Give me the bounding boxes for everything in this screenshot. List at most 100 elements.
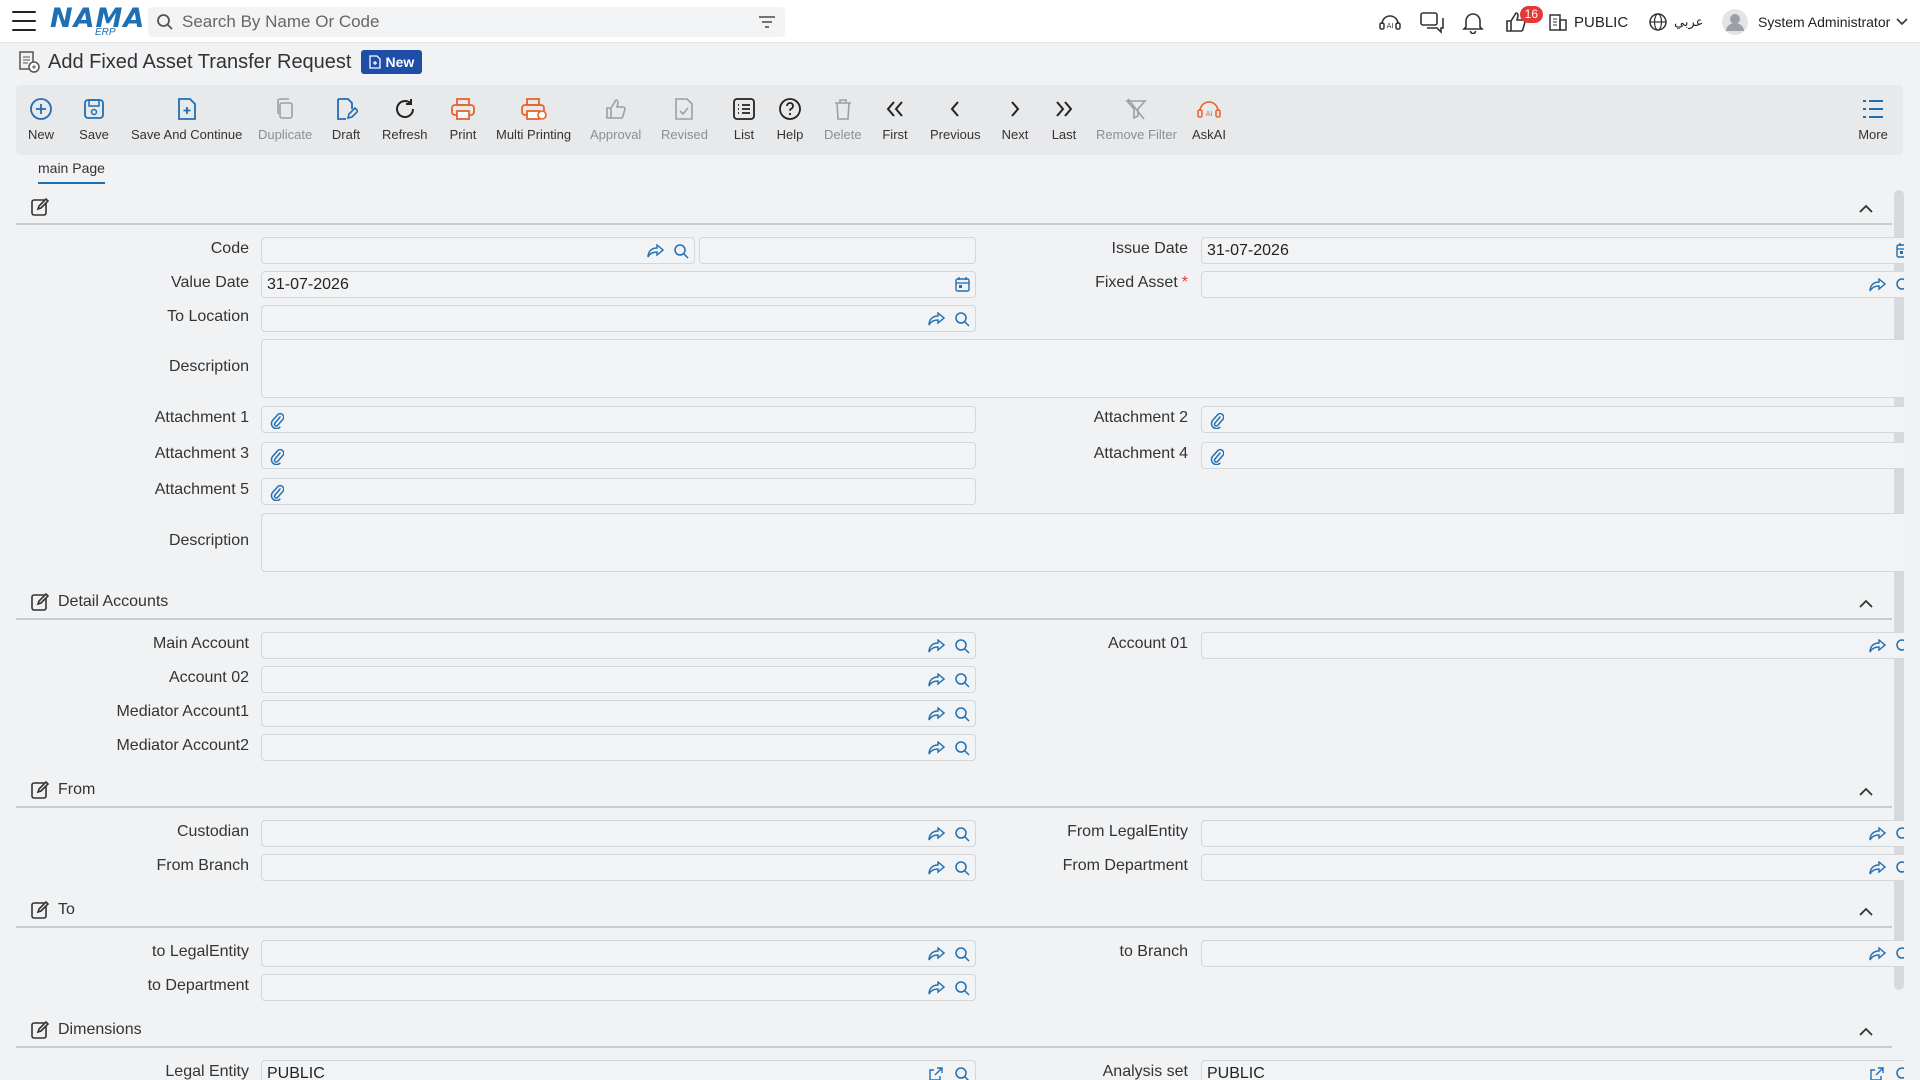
remove-filter-button[interactable]: Remove Filter (1096, 85, 1177, 155)
to-department-field[interactable] (261, 974, 976, 1001)
share-icon[interactable] (923, 821, 949, 846)
logo[interactable]: NAMA ERP (50, 5, 145, 38)
fixed-asset-input[interactable] (1202, 272, 1864, 297)
share-icon[interactable] (1864, 941, 1890, 966)
company-selector[interactable]: PUBLIC (1548, 8, 1628, 36)
search-icon[interactable] (949, 735, 975, 760)
help-button[interactable]: Help (775, 85, 805, 155)
code-input[interactable] (262, 238, 642, 263)
search-icon[interactable] (949, 633, 975, 658)
section-dimensions[interactable]: Dimensions (16, 1013, 1892, 1048)
from-branch-input[interactable] (262, 855, 923, 880)
share-icon[interactable] (923, 855, 949, 880)
search-icon[interactable] (949, 821, 975, 846)
value-date-field[interactable] (261, 271, 976, 298)
first-button[interactable]: First (880, 85, 910, 155)
code-name-input[interactable] (700, 238, 975, 263)
search-icon[interactable] (949, 975, 975, 1000)
attachment5-field[interactable] (261, 478, 976, 505)
search-icon[interactable] (949, 855, 975, 880)
share-icon[interactable] (923, 667, 949, 692)
from-legal-entity-field[interactable] (1201, 820, 1904, 847)
share-icon[interactable] (923, 975, 949, 1000)
draft-button[interactable]: Draft (331, 85, 361, 155)
share-icon[interactable] (1864, 855, 1890, 880)
more-button[interactable]: More (1858, 85, 1888, 155)
search-icon[interactable] (949, 306, 975, 331)
share-icon[interactable] (642, 238, 668, 263)
to-branch-field[interactable] (1201, 940, 1904, 967)
section-to[interactable]: To (16, 893, 1892, 928)
paperclip-icon[interactable] (262, 443, 292, 468)
main-account-input[interactable] (262, 633, 923, 658)
code-name-field[interactable] (699, 237, 976, 264)
section-detail-accounts[interactable]: Detail Accounts (16, 585, 1892, 620)
print-button[interactable]: Print (448, 85, 478, 155)
search-icon[interactable] (1890, 941, 1904, 966)
custodian-field[interactable] (261, 820, 976, 847)
attachment3-field[interactable] (261, 442, 976, 469)
duplicate-button[interactable]: Duplicate (258, 85, 312, 155)
description2-textarea[interactable] (262, 514, 1904, 571)
share-icon[interactable] (923, 941, 949, 966)
next-button[interactable]: Next (1000, 85, 1030, 155)
chevron-up-icon[interactable] (1856, 593, 1876, 613)
mediator2-input[interactable] (262, 735, 923, 760)
share-icon[interactable] (1864, 821, 1890, 846)
bell-icon[interactable] (1462, 8, 1484, 36)
paperclip-icon[interactable] (1202, 407, 1232, 432)
to-legal-entity-field[interactable] (261, 940, 976, 967)
chevron-up-icon[interactable] (1856, 901, 1876, 921)
analysis-set-input[interactable] (1202, 1061, 1864, 1080)
search-icon[interactable] (668, 238, 694, 263)
search-icon[interactable] (949, 667, 975, 692)
search-icon[interactable] (949, 1061, 975, 1080)
section-main[interactable] (16, 190, 1892, 225)
main-account-field[interactable] (261, 632, 976, 659)
chat-icon[interactable] (1419, 8, 1445, 36)
chevron-up-icon[interactable] (1856, 781, 1876, 801)
share-icon[interactable] (1864, 633, 1890, 658)
from-branch-field[interactable] (261, 854, 976, 881)
mediator1-input[interactable] (262, 701, 923, 726)
account01-field[interactable] (1201, 632, 1904, 659)
list-button[interactable]: List (729, 85, 759, 155)
to-location-input[interactable] (262, 306, 923, 331)
calendar-icon[interactable] (1890, 238, 1904, 263)
approval-button[interactable]: Approval (590, 85, 641, 155)
share-icon[interactable] (1864, 272, 1890, 297)
description-textarea[interactable] (262, 340, 1904, 397)
share-icon[interactable] (923, 306, 949, 331)
search-icon[interactable] (949, 701, 975, 726)
custodian-input[interactable] (262, 821, 923, 846)
value-date-input[interactable] (262, 272, 949, 297)
user-menu[interactable]: System Administrator (1722, 8, 1908, 36)
to-department-input[interactable] (262, 975, 923, 1000)
multi-printing-button[interactable]: Multi Printing (496, 85, 571, 155)
paperclip-icon[interactable] (1202, 443, 1232, 468)
search-input[interactable] (182, 8, 742, 36)
paperclip-icon[interactable] (262, 479, 292, 504)
issue-date-input[interactable] (1202, 238, 1890, 263)
from-legal-entity-input[interactable] (1202, 821, 1864, 846)
chevron-up-icon[interactable] (1856, 1021, 1876, 1041)
account01-input[interactable] (1202, 633, 1864, 658)
previous-button[interactable]: Previous (930, 85, 981, 155)
mediator1-field[interactable] (261, 700, 976, 727)
code-field[interactable] (261, 237, 695, 264)
external-link-icon[interactable] (1864, 1061, 1890, 1080)
search-icon[interactable] (148, 7, 182, 37)
filter-icon[interactable] (757, 12, 777, 32)
save-button[interactable]: Save (79, 85, 109, 155)
calendar-icon[interactable] (949, 272, 975, 297)
search-icon[interactable] (1890, 633, 1904, 658)
chevron-up-icon[interactable] (1856, 198, 1876, 218)
legal-entity-field[interactable] (261, 1060, 976, 1080)
new-button[interactable]: New (26, 85, 56, 155)
refresh-button[interactable]: Refresh (382, 85, 428, 155)
issue-date-field[interactable] (1201, 237, 1904, 264)
askai-button[interactable]: AI AskAI (1192, 85, 1226, 155)
analysis-set-field[interactable] (1201, 1060, 1904, 1080)
language-switcher[interactable]: عربي (1648, 8, 1703, 36)
menu-icon[interactable] (12, 11, 36, 31)
